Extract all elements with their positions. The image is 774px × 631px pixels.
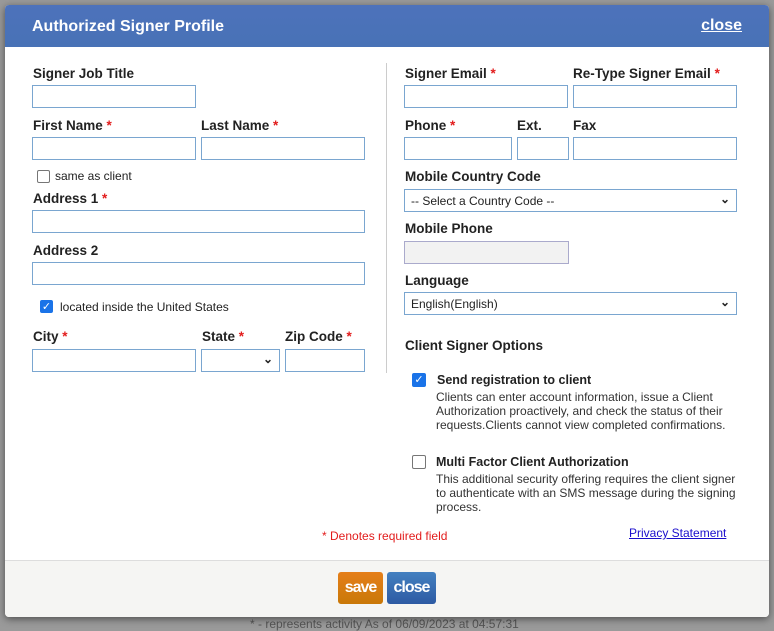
- language-label: Language: [405, 273, 469, 288]
- first-name-label: First Name *: [33, 118, 112, 133]
- zip-input[interactable]: [285, 349, 365, 372]
- multi-factor-description: This additional security offering requir…: [436, 472, 736, 514]
- email-label: Signer Email *: [405, 66, 496, 81]
- first-name-input[interactable]: [32, 137, 196, 160]
- email-input[interactable]: [404, 85, 568, 108]
- multi-factor-checkbox[interactable]: [412, 455, 426, 469]
- fax-label: Fax: [573, 118, 597, 133]
- chevron-down-icon: ⌄: [262, 352, 273, 366]
- privacy-statement-link[interactable]: Privacy Statement: [629, 526, 726, 540]
- fax-input[interactable]: [573, 137, 737, 160]
- background-status-text: * - represents activity As of 06/09/2023…: [250, 617, 519, 631]
- dialog-header: Authorized Signer Profile close: [5, 5, 769, 47]
- zip-label: Zip Code *: [285, 329, 352, 344]
- last-name-label: Last Name *: [201, 118, 279, 133]
- header-close-link[interactable]: close: [701, 17, 742, 35]
- mobile-phone-label: Mobile Phone: [405, 221, 493, 236]
- ext-input[interactable]: [517, 137, 569, 160]
- retype-email-input[interactable]: [573, 85, 737, 108]
- mobile-phone-input[interactable]: [404, 241, 569, 264]
- city-label: City *: [33, 329, 68, 344]
- authorized-signer-dialog: Authorized Signer Profile close Signer J…: [5, 5, 769, 617]
- state-select[interactable]: ⌄: [201, 349, 280, 372]
- job-title-label: Signer Job Title: [33, 66, 135, 81]
- required-field-note: * Denotes required field: [322, 529, 448, 543]
- address1-label: Address 1 *: [33, 191, 108, 206]
- city-input[interactable]: [32, 349, 196, 372]
- retype-email-label: Re-Type Signer Email *: [573, 66, 720, 81]
- phone-input[interactable]: [404, 137, 512, 160]
- chevron-down-icon: ⌄: [719, 295, 730, 309]
- dialog-title: Authorized Signer Profile: [32, 18, 225, 35]
- state-label: State *: [202, 329, 245, 344]
- mobile-country-code-label: Mobile Country Code: [405, 169, 541, 184]
- inside-us-label: located inside the United States: [60, 300, 229, 314]
- address2-input[interactable]: [32, 262, 365, 285]
- multi-factor-label: Multi Factor Client Authorization: [436, 455, 629, 469]
- column-divider: [386, 63, 387, 373]
- chevron-down-icon: ⌄: [719, 192, 730, 206]
- address1-input[interactable]: [32, 210, 365, 233]
- close-button[interactable]: close: [387, 572, 436, 604]
- dialog-footer: save close: [5, 560, 769, 617]
- last-name-input[interactable]: [201, 137, 365, 160]
- send-registration-label: Send registration to client: [437, 373, 592, 387]
- address2-label: Address 2: [33, 243, 99, 258]
- job-title-input[interactable]: [32, 85, 196, 108]
- country-code-select[interactable]: -- Select a Country Code -- ⌄: [404, 189, 737, 212]
- language-select[interactable]: English(English) ⌄: [404, 292, 737, 315]
- client-signer-options-title: Client Signer Options: [405, 338, 544, 353]
- send-registration-description: Clients can enter account information, i…: [436, 390, 726, 432]
- ext-label: Ext.: [517, 118, 542, 133]
- send-registration-checkbox[interactable]: ✓: [412, 373, 426, 387]
- same-as-client-label: same as client: [55, 169, 132, 183]
- inside-us-checkbox[interactable]: ✓: [40, 300, 53, 313]
- save-button[interactable]: save: [338, 572, 383, 604]
- same-as-client-checkbox[interactable]: [37, 170, 50, 183]
- phone-label: Phone *: [405, 118, 456, 133]
